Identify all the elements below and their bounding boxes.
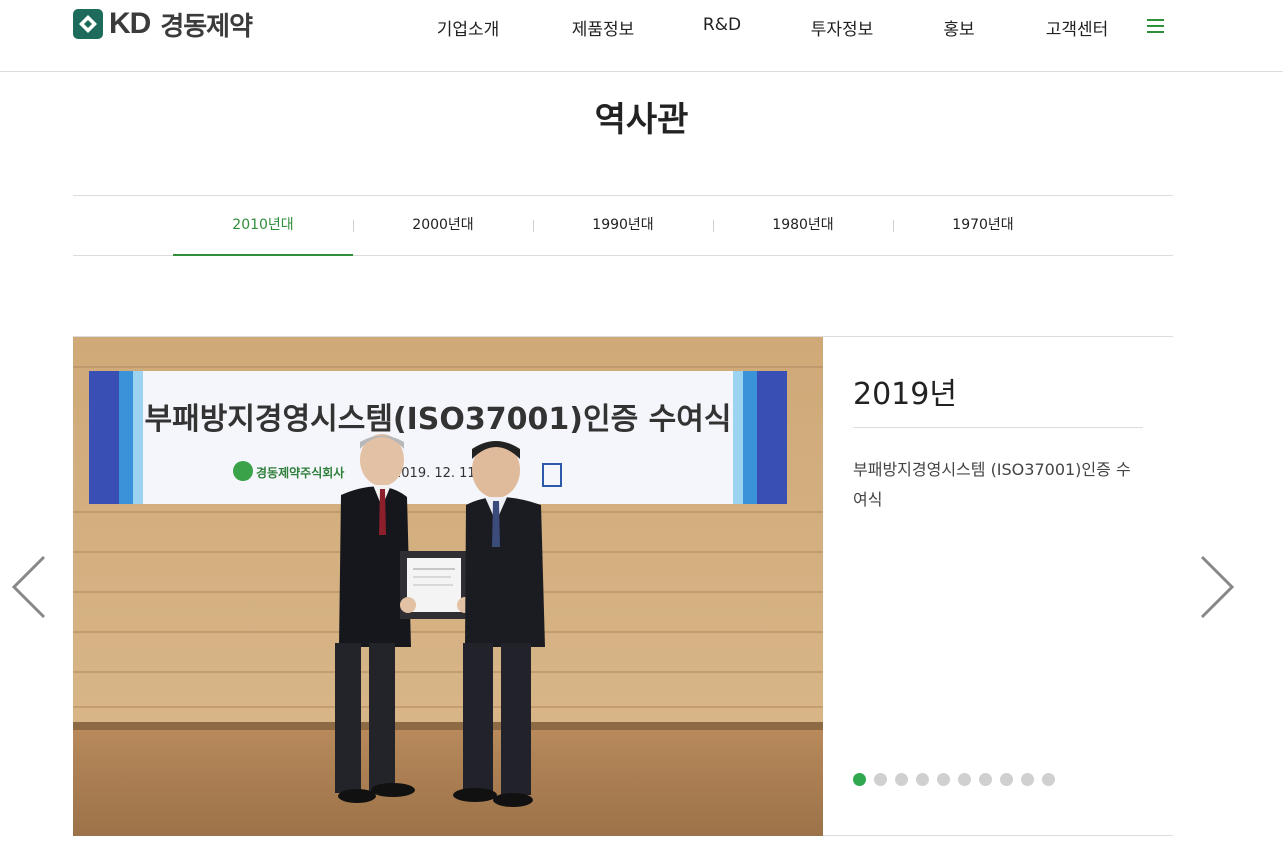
slide-year: 2019년 [853, 377, 957, 412]
banner-company: 경동제약주식회사 [256, 465, 344, 480]
slide-pagination [853, 773, 1063, 786]
decade-tabs: 2010년대 2000년대 1990년대 1980년대 1970년대 [73, 195, 1173, 256]
chevron-right-icon[interactable] [1196, 555, 1236, 619]
pagination-dot-8[interactable] [1000, 773, 1013, 786]
tab-2000s[interactable]: 2000년대 [353, 196, 533, 256]
tab-2010s[interactable]: 2010년대 [173, 196, 353, 256]
pagination-dot-10[interactable] [1042, 773, 1055, 786]
year-divider [853, 427, 1143, 428]
chevron-left-icon[interactable] [10, 555, 50, 619]
pagination-dot-4[interactable] [916, 773, 929, 786]
logo-mark-icon [73, 9, 103, 39]
pagination-dot-2[interactable] [874, 773, 887, 786]
pagination-dot-1[interactable] [853, 773, 866, 786]
site-header: KD 경동제약 기업소개 제품정보 R&D 투자정보 홍보 고객센터 [0, 0, 1283, 72]
logo-text: KD [109, 7, 151, 40]
pagination-dot-7[interactable] [979, 773, 992, 786]
pagination-dot-3[interactable] [895, 773, 908, 786]
tab-1970s[interactable]: 1970년대 [893, 196, 1073, 256]
pagination-dot-6[interactable] [958, 773, 971, 786]
banner-title: 부패방지경영시스템(ISO37001)인증 수여식 [145, 402, 732, 437]
hamburger-menu-icon[interactable] [1147, 19, 1164, 34]
nav-item-pr[interactable]: 홍보 [943, 15, 974, 40]
nav-item-customer-center[interactable]: 고객센터 [1046, 15, 1109, 40]
history-slide: 부패방지경영시스템(ISO37001)인증 수여식 경동제약주식회사 2019.… [73, 336, 1173, 836]
pagination-dot-9[interactable] [1021, 773, 1034, 786]
nav-item-investors[interactable]: 투자정보 [811, 15, 874, 40]
history-photo: 부패방지경영시스템(ISO37001)인증 수여식 경동제약주식회사 2019.… [73, 337, 823, 836]
slide-description: 부패방지경영시스템 (ISO37001)인증 수여식 [853, 460, 1131, 509]
logo-korean-text: 경동제약 [160, 11, 253, 42]
tab-1980s[interactable]: 1980년대 [713, 196, 893, 256]
page-title: 역사관 [594, 100, 689, 140]
tab-1990s[interactable]: 1990년대 [533, 196, 713, 256]
nav-item-rnd[interactable]: R&D [703, 15, 741, 35]
pagination-dot-5[interactable] [937, 773, 950, 786]
slide-info: 2019년 부패방지경영시스템 (ISO37001)인증 수여식 [853, 337, 1143, 836]
nav-item-products[interactable]: 제품정보 [572, 15, 635, 40]
nav-item-company[interactable]: 기업소개 [437, 15, 500, 40]
company-logo[interactable]: KD 경동제약 [73, 7, 253, 42]
ceremony-photo: 부패방지경영시스템(ISO37001)인증 수여식 경동제약주식회사 2019.… [73, 337, 823, 836]
